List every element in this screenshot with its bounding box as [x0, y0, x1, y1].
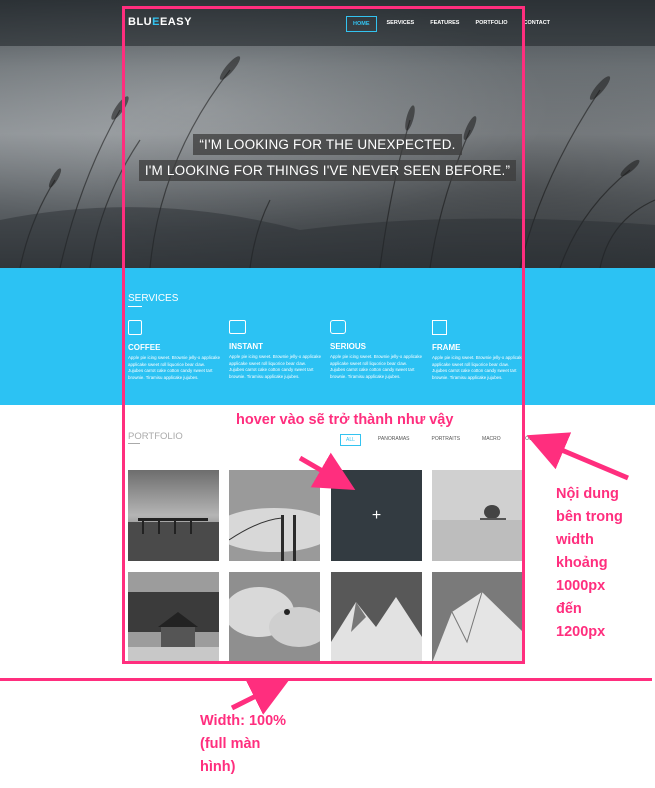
note-line: Width: 100% — [200, 713, 287, 729]
note-line: hình) — [200, 759, 236, 775]
note-line: đến — [556, 601, 582, 617]
note-line: 1200px — [556, 624, 606, 640]
note-line: Nội dung — [556, 486, 619, 502]
content-width-frame — [122, 6, 525, 664]
arrow-to-width-line — [230, 679, 290, 715]
full-width-line — [0, 678, 652, 681]
note-line: width — [556, 532, 594, 548]
hover-annotation: hover vào sẽ trở thành như vậy — [236, 412, 454, 428]
note-line: khoảng — [556, 555, 608, 571]
note-line: (full màn — [200, 736, 261, 752]
note-line: bên trong — [556, 509, 623, 525]
full-width-annotation: Width: 100% (full màn hình) — [200, 710, 340, 779]
note-line: 1000px — [556, 578, 606, 594]
content-width-annotation: Nội dung bên trong width khoảng 1000px đ… — [556, 483, 651, 644]
